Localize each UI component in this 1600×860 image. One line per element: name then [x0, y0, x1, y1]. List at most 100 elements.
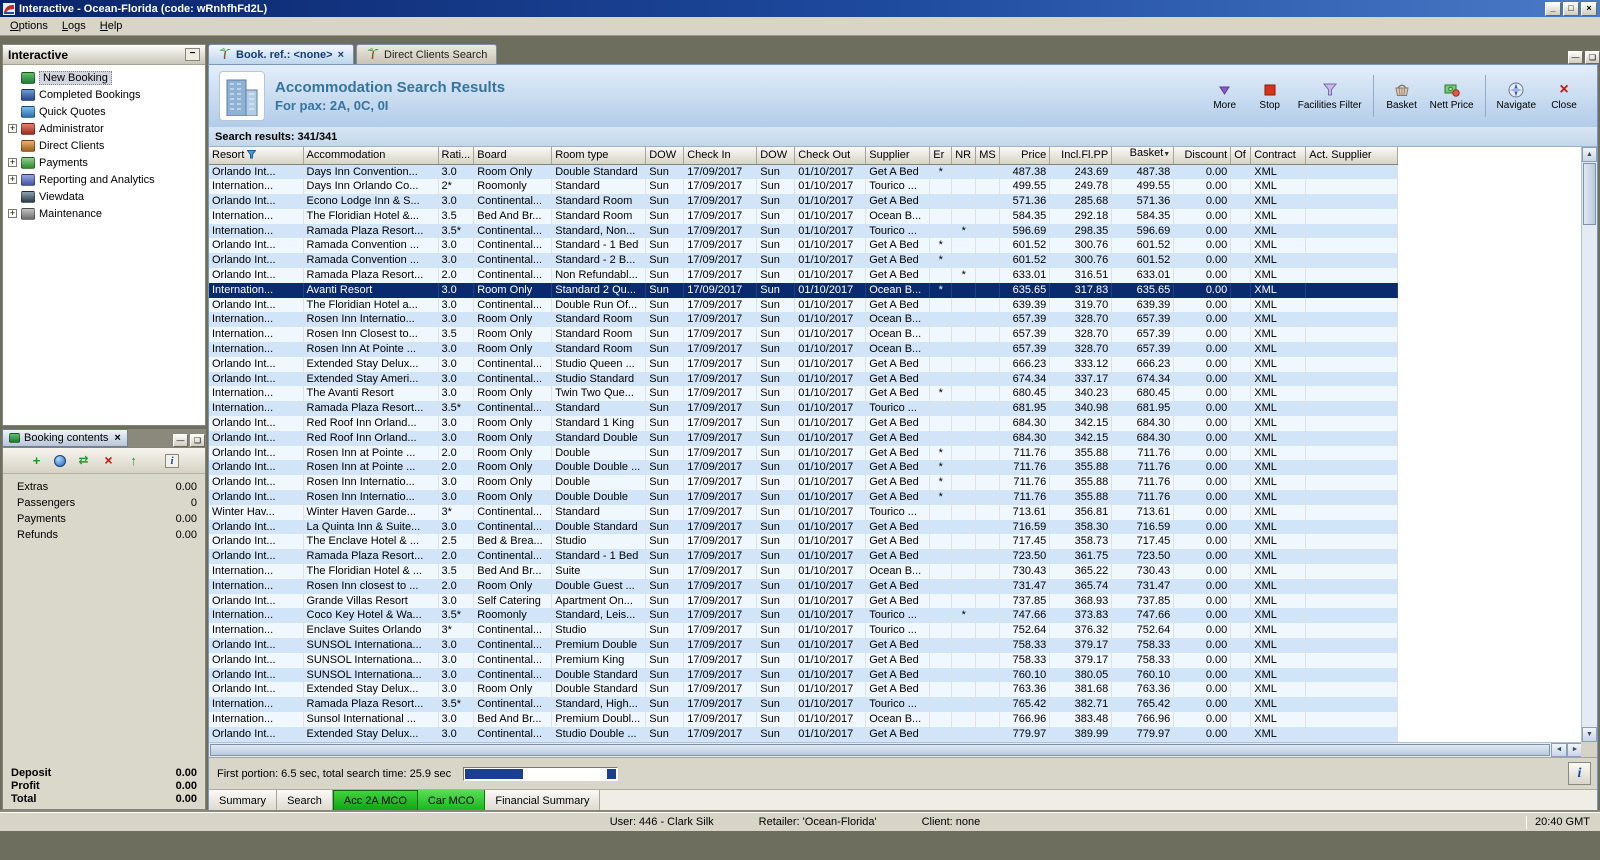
table-row[interactable]: Orlando Int... Ramada Plaza Resort... 2.0 C… [209, 268, 1399, 283]
column-header-er[interactable]: Er [929, 147, 953, 165]
export-icon[interactable]: ↑ [126, 453, 141, 468]
menu-help[interactable]: Help [93, 18, 130, 34]
bottom-tab-car-mco[interactable]: Car MCO [417, 790, 486, 811]
table-row[interactable]: Orlando Int... SUNSOL Internationa... 3.0 C… [209, 667, 1399, 683]
table-row[interactable]: Orlando Int... The Enclave Hotel & ... 2.5… [209, 534, 1399, 550]
table-row[interactable]: Internation... The Avanti Resort 3.0 Room O… [209, 386, 1399, 402]
sidebar-item-administrator[interactable]: + Administrator [3, 120, 205, 137]
expander-icon[interactable]: + [8, 124, 17, 133]
sidebar-item-quick-quotes[interactable]: +Quick Quotes [3, 103, 205, 120]
tab-close-icon[interactable]: × [338, 49, 344, 61]
table-row[interactable]: Internation... Enclave Suites Orlando 3* Co… [209, 623, 1399, 638]
table-row[interactable]: Internation... Rosen Inn At Pointe ... 3.0… [209, 342, 1399, 357]
table-row[interactable]: Orlando Int... SUNSOL Internationa... 3.0 C… [209, 638, 1399, 653]
panel-minimize-button[interactable]: — [173, 434, 188, 447]
table-row[interactable]: Internation... Rosen Inn Internatio... 3.0… [209, 312, 1399, 328]
table-row[interactable]: Internation... The Floridian Hotel & ... 3… [209, 564, 1399, 579]
info-icon[interactable]: i [165, 453, 179, 468]
minimize-button[interactable]: _ [1545, 1, 1561, 16]
expander-icon[interactable]: + [8, 209, 17, 218]
table-row[interactable]: Orlando Int... Extended Stay Delux... 3.0 C… [209, 726, 1399, 742]
column-header-dow[interactable]: DOW [756, 147, 796, 165]
table-row[interactable]: Orlando Int... Rosen Inn Internatio... 3.0… [209, 490, 1399, 505]
scroll-up-icon[interactable]: ▲ [1582, 147, 1597, 162]
horizontal-scroll-thumb[interactable] [210, 744, 1550, 756]
column-header-rati[interactable]: Rati... [438, 147, 475, 165]
table-row[interactable]: Internation... Rosen Inn closest to ... 2.… [209, 578, 1399, 594]
table-row[interactable]: Orlando Int... La Quinta Inn & Suite... 3.… [209, 519, 1399, 535]
table-row[interactable]: Internation... Rosen Inn Closest to... 3.5… [209, 327, 1399, 343]
column-header-supplier[interactable]: Supplier [865, 147, 931, 165]
table-row[interactable]: Internation... Ramada Plaza Resort... 3.5*… [209, 401, 1399, 417]
basket-button[interactable]: Basket [1385, 82, 1419, 111]
table-row[interactable]: Orlando Int... Extended Stay Delux... 3.0 C… [209, 356, 1399, 372]
table-row[interactable]: Orlando Int... Rosen Inn at Pointe ... 2.0… [209, 445, 1399, 461]
refresh-icon[interactable]: ⇄ [76, 453, 91, 468]
table-row[interactable]: Internation... Avanti Resort 3.0 Room Only S… [209, 282, 1399, 298]
strip-minimize-button[interactable]: — [1568, 51, 1583, 64]
sidebar-item-completed-bookings[interactable]: +Completed Bookings [3, 86, 205, 103]
column-header-dow[interactable]: DOW [645, 147, 685, 165]
table-row[interactable]: Internation... Sunsol International ... 3.… [209, 711, 1399, 727]
horizontal-scrollbar[interactable]: ◄ ► [209, 742, 1583, 757]
table-row[interactable]: Orlando Int... Ramada Convention ... 3.0 Co… [209, 253, 1399, 269]
column-header-accommodation[interactable]: Accommodation [303, 147, 439, 165]
table-row[interactable]: Orlando Int... Grande Villas Resort 3.0 Sel… [209, 593, 1399, 609]
table-row[interactable]: Orlando Int... Red Roof Inn Orland... 3.0 R… [209, 416, 1399, 431]
table-row[interactable]: Internation... Ramada Plaza Resort... 3.5*… [209, 697, 1399, 712]
sidebar-item-payments[interactable]: + Payments [3, 154, 205, 171]
stop-button[interactable]: Stop [1253, 82, 1287, 111]
booking-contents-tab[interactable]: Booking contents × [2, 429, 128, 447]
facilities-filter-button[interactable]: Facilities Filter [1298, 82, 1362, 111]
table-row[interactable]: Orlando Int... Days Inn Convention... 3.0 R… [209, 164, 1399, 180]
table-row[interactable]: Orlando Int... SUNSOL Internationa... 3.0 C… [209, 652, 1399, 668]
column-header-basket[interactable]: Basket ▼ [1111, 147, 1175, 165]
strip-restore-button[interactable]: ❏ [1585, 51, 1600, 64]
table-row[interactable]: Orlando Int... Red Roof Inn Orland... 3.0 R… [209, 430, 1399, 446]
bottom-tab-summary[interactable]: Summary [209, 790, 278, 811]
expander-icon[interactable]: + [8, 175, 17, 184]
expander-icon[interactable]: + [8, 158, 17, 167]
table-row[interactable]: Orlando Int... Ramada Plaza Resort... 2.0 C… [209, 549, 1399, 565]
table-row[interactable]: Winter Hav... Winter Haven Garde... 3* Cont… [209, 504, 1399, 520]
close-button[interactable]: × Close [1547, 81, 1581, 111]
maximize-button[interactable]: □ [1563, 1, 1579, 16]
menu-options[interactable]: Options [3, 18, 55, 34]
column-header-contract[interactable]: Contract [1250, 147, 1307, 165]
globe-icon[interactable] [54, 454, 66, 467]
close-button[interactable]: × [1581, 1, 1597, 16]
vertical-scrollbar[interactable]: ▲ ▼ [1581, 147, 1597, 742]
vertical-scroll-thumb[interactable] [1583, 163, 1596, 225]
bottom-tab-acc-2a-mco[interactable]: Acc 2A MCO [332, 790, 418, 811]
delete-icon[interactable]: × [101, 453, 116, 468]
more-button[interactable]: More [1208, 82, 1242, 111]
column-header-resort[interactable]: Resort [209, 147, 304, 165]
column-header-check-in[interactable]: Check In [683, 147, 758, 165]
tab-book-ref-none[interactable]: Book. ref.: <none> × [208, 44, 355, 64]
column-header-board[interactable]: Board [473, 147, 553, 165]
booking-contents-close-icon[interactable]: × [114, 432, 120, 444]
scroll-left-icon[interactable]: ◄ [1551, 743, 1567, 757]
bottom-tab-search[interactable]: Search [277, 790, 333, 811]
table-row[interactable]: Internation... Days Inn Orlando Co... 2* Ro… [209, 179, 1399, 195]
column-header-check-out[interactable]: Check Out [794, 147, 867, 165]
table-row[interactable]: Internation... Coco Key Hotel & Wa... 3.5*… [209, 608, 1399, 624]
sidebar-item-direct-clients[interactable]: +Direct Clients [3, 137, 205, 154]
sidebar-item-maintenance[interactable]: + Maintenance [3, 205, 205, 222]
navigate-button[interactable]: Navigate [1497, 82, 1536, 111]
table-row[interactable]: Orlando Int... Econo Lodge Inn & S... 3.0 C… [209, 194, 1399, 209]
menu-logs[interactable]: Logs [55, 18, 93, 34]
nett-price-button[interactable]: Nett Price [1430, 82, 1474, 111]
scroll-down-icon[interactable]: ▼ [1582, 727, 1597, 742]
column-header-room-type[interactable]: Room type [551, 147, 647, 165]
sidebar-item-new-booking[interactable]: +New Booking [3, 69, 205, 86]
table-row[interactable]: Internation... Ramada Plaza Resort... 3.5*… [209, 223, 1399, 239]
column-header-discount[interactable]: Discount [1173, 147, 1232, 165]
tab-direct-clients-search[interactable]: Direct Clients Search [356, 44, 498, 64]
column-header-nr[interactable]: NR [951, 147, 977, 165]
column-header-act-supplier[interactable]: Act. Supplier [1305, 147, 1399, 165]
grid-info-button[interactable]: i [1568, 762, 1591, 785]
table-row[interactable]: Internation... The Floridian Hotel &... 3.… [209, 208, 1399, 224]
column-header-price[interactable]: Price [999, 147, 1051, 165]
sidebar-collapse-button[interactable]: − [185, 48, 200, 61]
